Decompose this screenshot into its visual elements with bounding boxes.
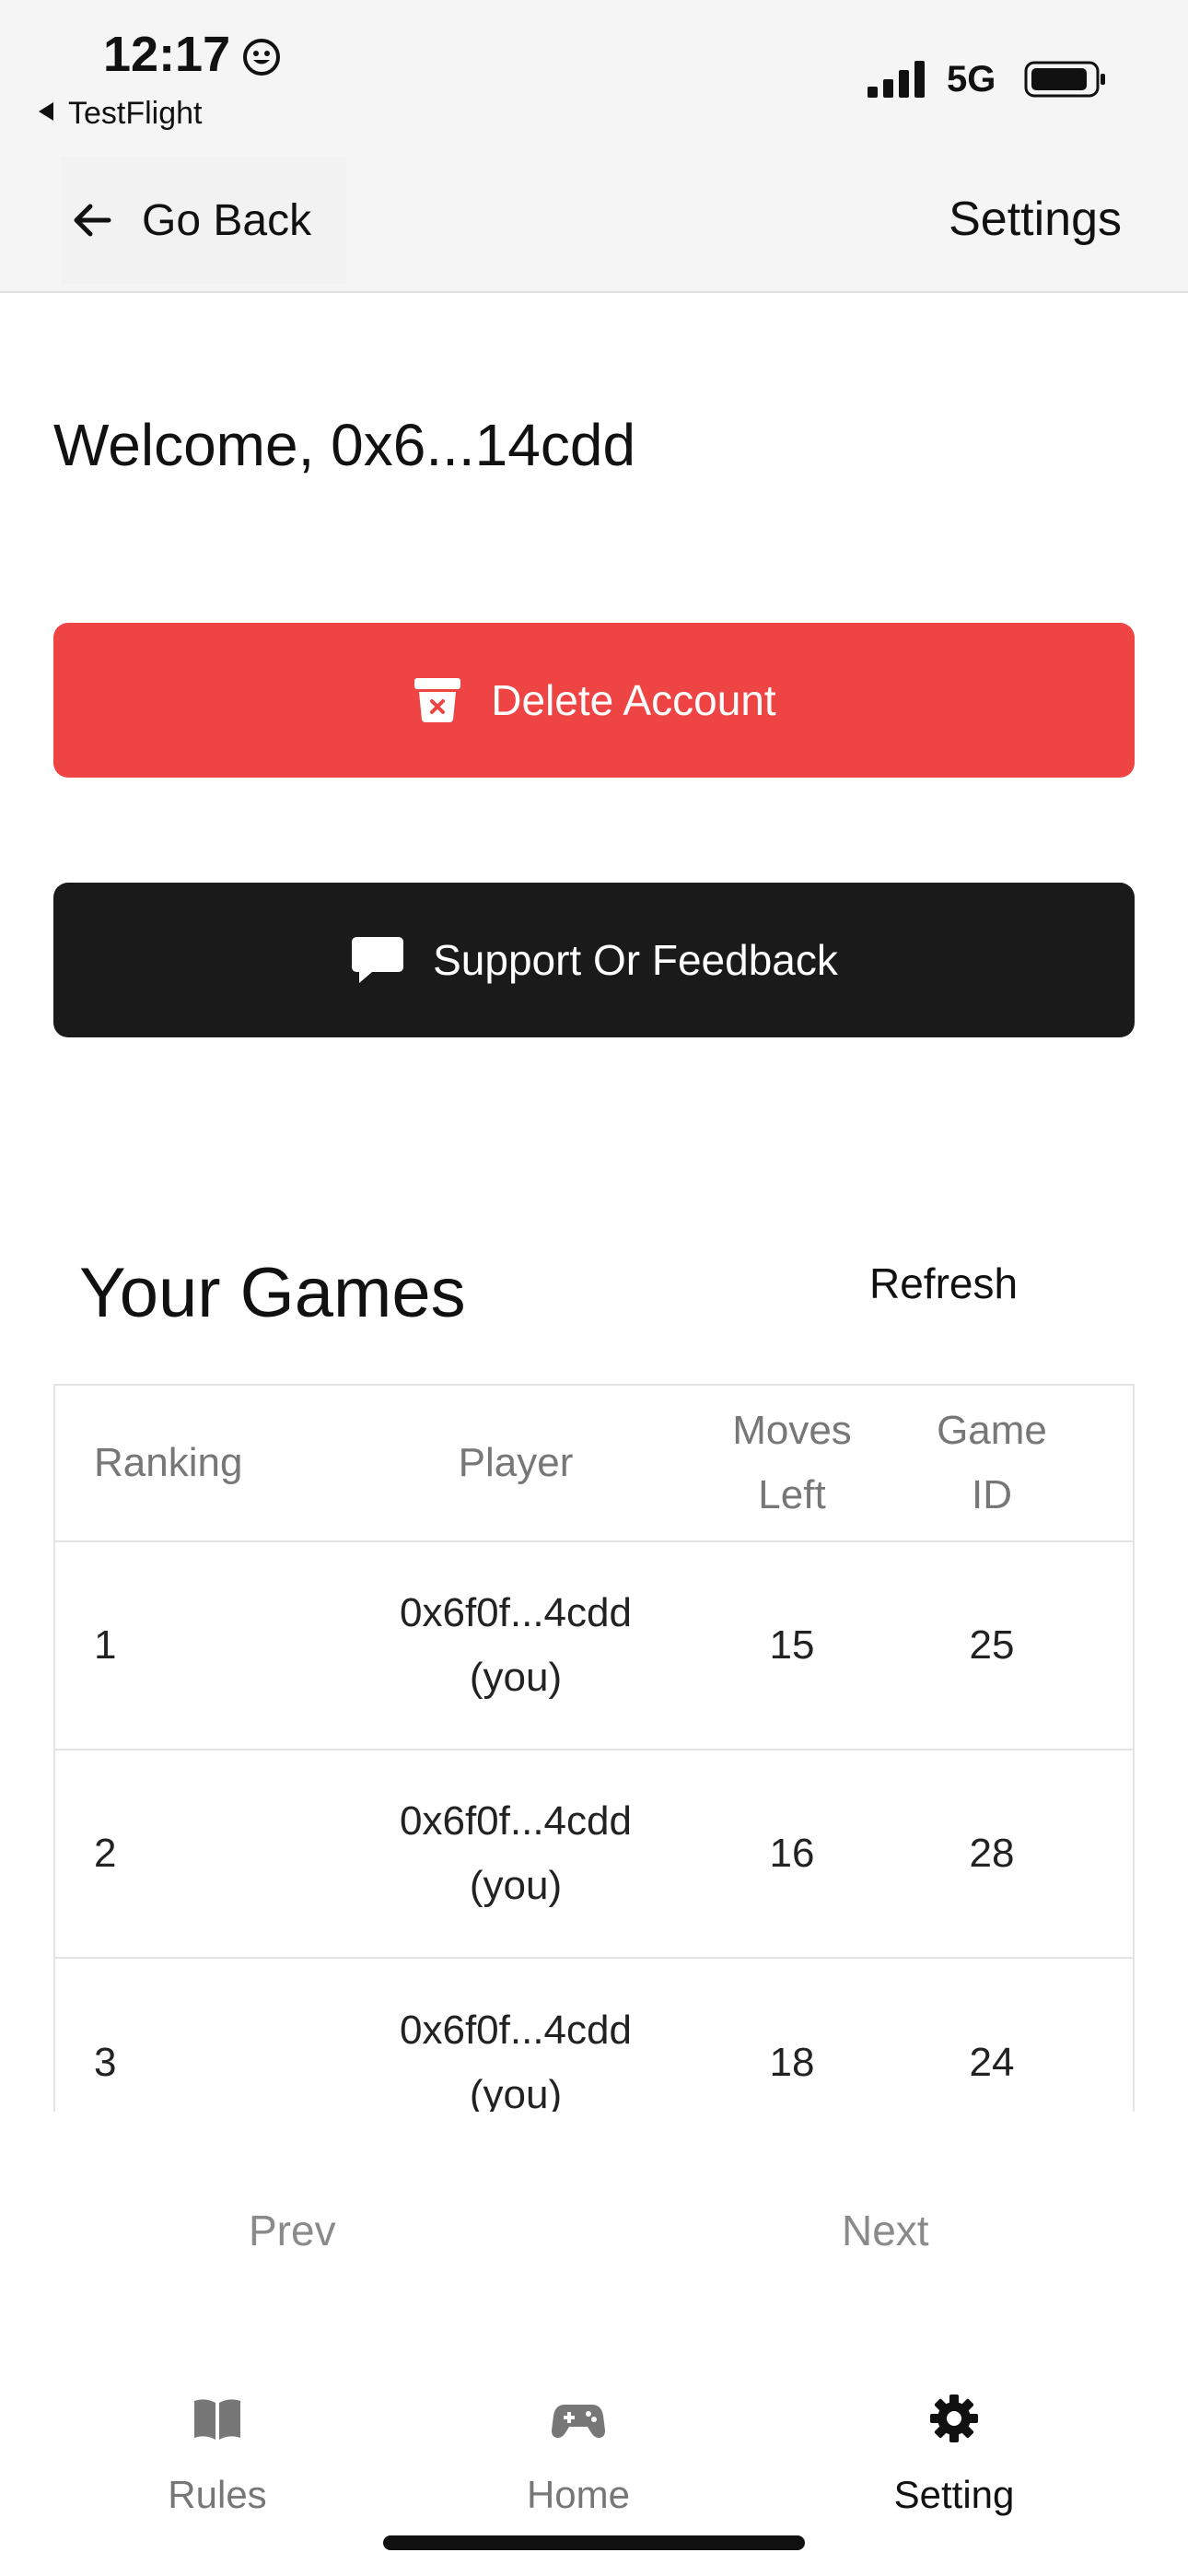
next-page-button[interactable]: Next xyxy=(842,2206,929,2255)
moves-left-cell: 18 xyxy=(769,2039,815,2085)
page-title: Settings xyxy=(949,193,1122,246)
smiley-icon xyxy=(243,39,280,76)
moves-left-cell: 15 xyxy=(769,1622,815,1668)
welcome-text: Welcome, 0x6...14cdd xyxy=(53,412,636,478)
support-feedback-button[interactable]: Support Or Feedback xyxy=(53,883,1135,1037)
status-bar: 12:17 TestFlight 5G xyxy=(0,0,1188,147)
ranking-cell: 2 xyxy=(94,1830,117,1876)
tab-setting[interactable]: Setting xyxy=(834,2392,1074,2517)
go-back-label: Go Back xyxy=(142,195,312,245)
support-feedback-label: Support Or Feedback xyxy=(433,936,838,984)
moves-left-cell: 16 xyxy=(769,1830,815,1876)
table-header-row: Ranking Player Moves Left Game ID xyxy=(55,1386,1133,1542)
column-header-ranking: Ranking xyxy=(94,1439,243,1485)
tab-rules[interactable]: Rules xyxy=(98,2392,337,2517)
player-cell: 0x6f0f...4cdd (you) xyxy=(400,2007,632,2112)
table-row[interactable]: 3 0x6f0f...4cdd (you) 18 24 xyxy=(55,1959,1133,2112)
status-time: 12:17 xyxy=(103,27,231,82)
table-row[interactable]: 2 0x6f0f...4cdd (you) 16 28 xyxy=(55,1751,1133,1959)
cellular-signal-icon xyxy=(868,61,925,98)
chat-bubble-icon xyxy=(352,937,404,983)
player-cell: 0x6f0f...4cdd (you) xyxy=(400,1797,632,1908)
tab-setting-label: Setting xyxy=(893,2473,1015,2516)
back-triangle-icon xyxy=(39,102,53,121)
arrow-left-icon xyxy=(74,204,111,237)
tab-home-label: Home xyxy=(526,2473,631,2516)
game-id-cell: 28 xyxy=(969,1830,1015,1876)
game-id-cell: 25 xyxy=(969,1622,1015,1668)
games-table: Ranking Player Moves Left Game ID 1 0x6f… xyxy=(53,1384,1135,2112)
trash-icon xyxy=(414,678,461,722)
book-icon xyxy=(194,2399,240,2440)
back-app-label: TestFlight xyxy=(68,96,203,131)
tab-rules-label: Rules xyxy=(168,2473,267,2516)
ranking-cell: 1 xyxy=(94,1622,117,1668)
go-back-button[interactable]: Go Back xyxy=(61,157,346,284)
home-indicator[interactable] xyxy=(383,2535,805,2550)
delete-account-button[interactable]: Delete Account xyxy=(53,623,1135,778)
table-row[interactable]: 1 0x6f0f...4cdd (you) 15 25 xyxy=(55,1542,1133,1751)
section-title: Your Games xyxy=(79,1254,466,1332)
refresh-button[interactable]: Refresh xyxy=(869,1259,1018,1308)
tab-home[interactable]: Home xyxy=(459,2392,698,2517)
player-cell: 0x6f0f...4cdd (you) xyxy=(400,1589,632,1700)
back-to-app-link[interactable]: TestFlight xyxy=(39,96,203,132)
nav-header: Go Back Settings xyxy=(0,147,1188,293)
column-header-game-id: Game ID xyxy=(937,1407,1047,1517)
gamepad-icon xyxy=(552,2405,605,2438)
network-type: 5G xyxy=(947,59,996,100)
game-id-cell: 24 xyxy=(969,2039,1015,2085)
battery-icon xyxy=(1024,61,1105,98)
delete-account-label: Delete Account xyxy=(491,676,776,724)
column-header-player: Player xyxy=(458,1439,574,1485)
gear-icon xyxy=(930,2395,978,2442)
column-header-moves-left: Moves Left xyxy=(732,1407,852,1517)
ranking-cell: 3 xyxy=(94,2039,117,2085)
prev-page-button[interactable]: Prev xyxy=(249,2206,336,2255)
